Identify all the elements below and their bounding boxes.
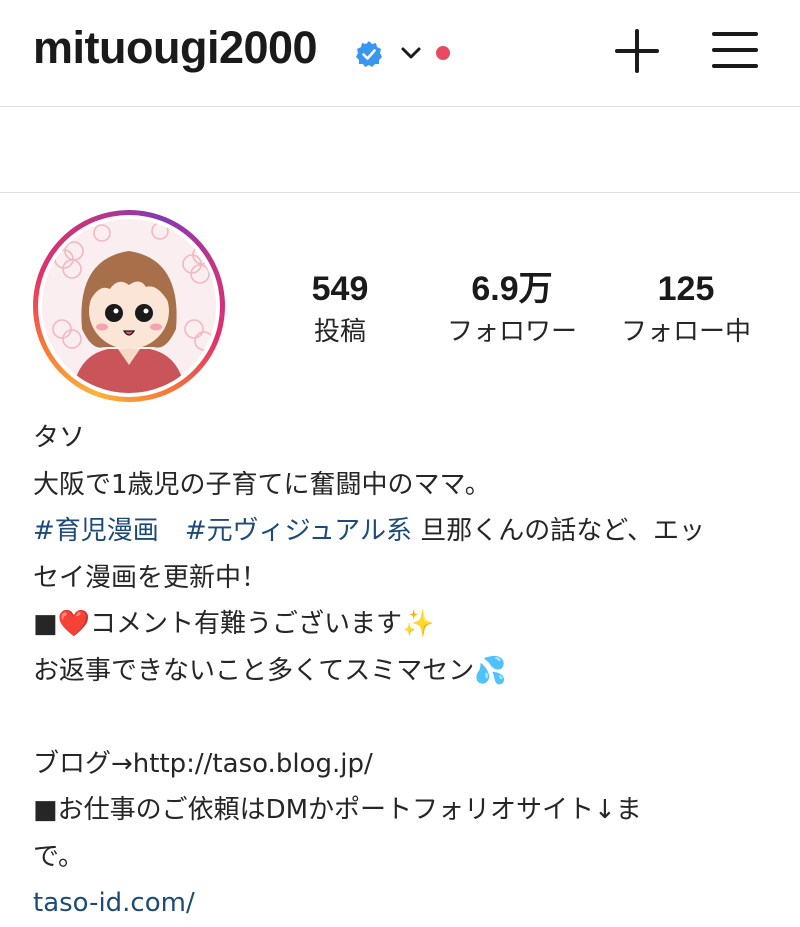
- followers-count-label: フォロワー: [446, 317, 577, 347]
- website-link[interactable]: taso-id.com/: [33, 880, 773, 927]
- followers-count-value: 6.9万: [471, 270, 553, 308]
- bio-line: ブログ→http://taso.blog.jp/: [33, 748, 373, 779]
- posts-count-value: 549: [311, 270, 369, 308]
- bio-line: ■お仕事のご依頼はDMかポートフォリオサイト↓ま: [33, 795, 642, 825]
- new-post-button[interactable]: [612, 26, 662, 76]
- following-count-label: フォロー中: [620, 317, 751, 347]
- following-count-value: 125: [657, 270, 715, 308]
- following-count[interactable]: 125 フォロー中: [608, 268, 764, 350]
- bio-spacer: [33, 694, 773, 741]
- bio-line: 大阪で1歳児の子育てに奮闘中のママ。: [33, 469, 491, 500]
- posts-count[interactable]: 549 投稿: [290, 268, 390, 350]
- bio-text: 旦那くんの話など、エッ: [412, 516, 705, 546]
- profile-header: mituougi2000: [0, 0, 800, 107]
- hashtag-link[interactable]: #元ヴィジュアル系: [185, 516, 412, 546]
- bio-line: セイ漫画を更新中！: [33, 562, 268, 593]
- bio-line: #育児漫画 #元ヴィジュアル系 旦那くんの話など、エッ: [33, 508, 773, 555]
- username[interactable]: mituougi2000: [33, 22, 318, 74]
- hashtag-link[interactable]: #育児漫画: [33, 516, 159, 546]
- verified-badge-icon: [356, 41, 382, 67]
- profile-bio: タソ 大阪で1歳児の子育てに奮闘中のママ。 #育児漫画 #元ヴィジュアル系 旦那…: [33, 415, 773, 927]
- hamburger-menu-icon[interactable]: [710, 28, 760, 72]
- posts-count-label: 投稿: [313, 317, 366, 347]
- profile-avatar[interactable]: [33, 210, 225, 402]
- followers-count[interactable]: 6.9万 フォロワー: [432, 268, 592, 350]
- bio-line: で。: [33, 841, 84, 872]
- bio-line: お返事できないこと多くてスミマセン💦: [33, 655, 507, 686]
- bio-line: ■❤️コメント有難うございます✨: [33, 609, 435, 639]
- story-strip: [0, 107, 800, 193]
- chevron-down-icon[interactable]: [400, 44, 422, 62]
- avatar-illustration: [42, 219, 216, 393]
- notification-dot: [436, 46, 450, 60]
- display-name: タソ: [33, 423, 86, 453]
